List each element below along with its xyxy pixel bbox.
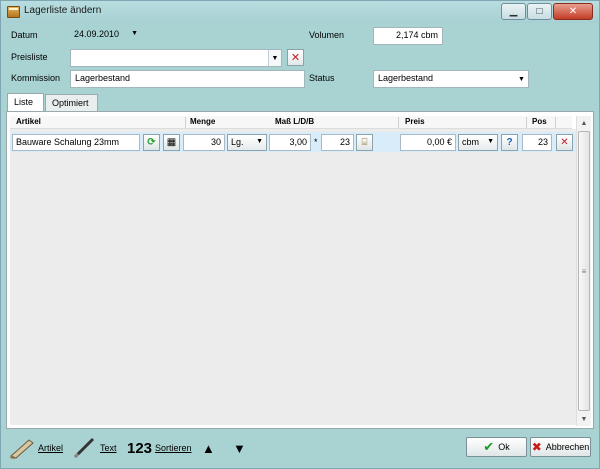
status-label: Status	[309, 73, 335, 83]
arrow-up-icon: ▲	[202, 440, 215, 456]
multiply-sign: *	[314, 137, 318, 147]
ok-button[interactable]: ✔ Ok	[466, 437, 527, 457]
pos-cell[interactable]: 23	[522, 134, 552, 151]
pen-icon	[73, 437, 95, 459]
breite-cell[interactable]: 23	[321, 134, 354, 151]
laenge-cell[interactable]: 3,00	[269, 134, 311, 151]
header-artikel: Artikel	[16, 117, 41, 126]
refresh-icon[interactable]: ⟳	[143, 134, 160, 151]
header-divider	[555, 117, 556, 128]
volumen-label: Volumen	[309, 30, 345, 40]
window-title: Lagerliste ändern	[24, 5, 102, 16]
header-divider	[185, 117, 186, 128]
measure-icon[interactable]: ⌸	[356, 134, 373, 151]
vertical-scrollbar[interactable]: ▲ ≡ ▼	[576, 116, 591, 426]
bottom-toolbar: Artikel Text 123 Sortieren ▲ ▼ ✔ Ok ✖ Ab…	[1, 429, 599, 468]
grid-body: Bauware Schalung 23mm ⟳ ▦ 30 Lg. ▼ 3,00 …	[10, 129, 576, 425]
unit-select[interactable]: Lg. ▼	[227, 134, 267, 151]
header-divider	[526, 117, 527, 128]
maximize-button[interactable]: □	[527, 3, 552, 20]
preisliste-label: Preisliste	[11, 52, 48, 62]
kommission-label: Kommission	[11, 73, 61, 83]
kommission-input[interactable]: Lagerbestand	[70, 70, 305, 88]
preis-cell[interactable]: 0,00 €	[400, 134, 456, 151]
artikel-label: Artikel	[38, 443, 64, 453]
delete-row-button[interactable]: ✕	[556, 134, 573, 151]
add-artikel-button[interactable]: Artikel	[9, 437, 63, 459]
minimize-button[interactable]: ▁	[501, 3, 526, 20]
chevron-down-icon: ▼	[518, 75, 525, 83]
artikel-icon	[10, 439, 34, 459]
ok-label: Ok	[498, 442, 510, 452]
menge-cell[interactable]: 30	[183, 134, 225, 151]
tab-liste[interactable]: Liste	[7, 93, 44, 111]
unit-value: Lg.	[231, 137, 244, 147]
calculator-icon[interactable]: ▦	[163, 134, 180, 151]
header-menge: Menge	[190, 117, 216, 126]
clear-preisliste-button[interactable]: ✕	[287, 49, 304, 66]
chevron-down-icon: ▼	[487, 138, 494, 145]
dialog-window: Lagerliste ändern ▁ □ ✕ Datum 24.09.2010…	[0, 0, 600, 469]
chevron-down-icon: ▼	[268, 50, 281, 66]
close-icon: ✖	[531, 440, 542, 454]
close-button[interactable]: ✕	[553, 3, 593, 20]
chevron-down-icon: ▼	[256, 138, 263, 145]
sort-button[interactable]: 123 Sortieren	[127, 437, 192, 459]
datum-value: 24.09.2010	[74, 29, 120, 39]
volumen-field: 2,174 cbm	[373, 27, 443, 45]
window-controls: ▁ □ ✕	[501, 3, 593, 20]
move-up-button[interactable]: ▲	[202, 437, 215, 459]
table-row[interactable]: Bauware Schalung 23mm ⟳ ▦ 30 Lg. ▼ 3,00 …	[10, 132, 576, 152]
sort-label: Sortieren	[155, 443, 192, 453]
close-icon: ✕	[560, 137, 569, 148]
preis-unit-select[interactable]: cbm ▼	[458, 134, 498, 151]
cancel-label: Abbrechen	[545, 442, 590, 452]
grid-header: Artikel Menge Maß L/D/B Preis Pos	[10, 116, 572, 129]
header-preis: Preis	[405, 117, 425, 126]
chevron-down-icon: ▼	[131, 30, 138, 37]
move-down-button[interactable]: ▼	[233, 437, 246, 459]
scroll-down-icon[interactable]: ▼	[577, 412, 591, 426]
scrollbar-thumb[interactable]: ≡	[578, 131, 590, 411]
text-label: Text	[100, 443, 117, 453]
header-form: Datum 24.09.2010 ▼ Volumen 2,174 cbm Pre…	[1, 23, 599, 91]
preisliste-select[interactable]: ▼	[70, 49, 282, 67]
list-panel: Artikel Menge Maß L/D/B Preis Pos Bauwar…	[6, 111, 594, 429]
header-mass: Maß L/D/B	[275, 117, 315, 126]
arrow-down-icon: ▼	[233, 440, 246, 456]
help-icon[interactable]: ?	[501, 134, 518, 151]
tab-optimiert[interactable]: Optimiert	[45, 94, 98, 111]
add-text-button[interactable]: Text	[71, 437, 117, 459]
close-icon: ✕	[290, 52, 301, 64]
sort-digits: 123	[127, 439, 153, 457]
status-select[interactable]: Lagerbestand ▼	[373, 70, 529, 88]
header-divider	[398, 117, 399, 128]
datum-picker[interactable]: 24.09.2010 ▼	[70, 27, 140, 45]
scroll-up-icon[interactable]: ▲	[577, 116, 591, 130]
artikel-cell[interactable]: Bauware Schalung 23mm	[12, 134, 140, 151]
checkmark-icon: ✔	[483, 439, 495, 454]
preis-unit-value: cbm	[462, 137, 480, 147]
app-icon	[7, 6, 20, 18]
datum-label: Datum	[11, 30, 38, 40]
status-value: Lagerbestand	[378, 73, 434, 83]
title-bar: Lagerliste ändern ▁ □ ✕	[1, 1, 599, 23]
header-pos: Pos	[532, 117, 547, 126]
cancel-button[interactable]: ✖ Abbrechen	[530, 437, 591, 457]
